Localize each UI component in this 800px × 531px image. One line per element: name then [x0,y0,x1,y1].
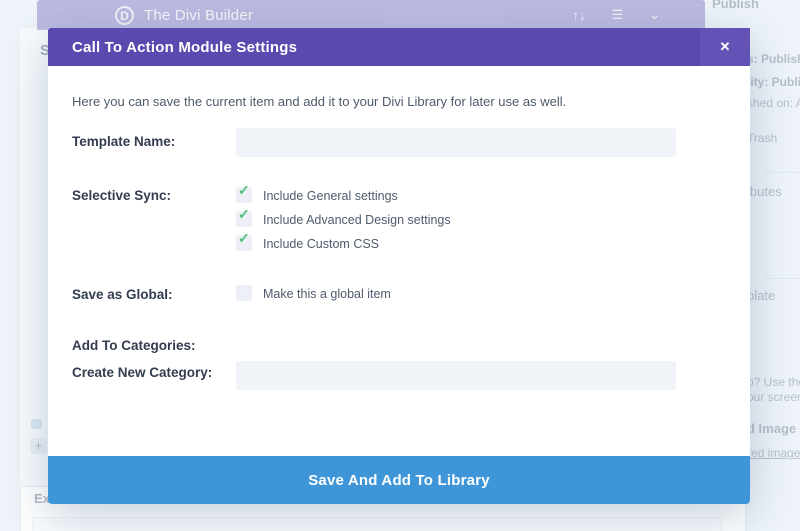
checkmark-icon: ✓ [238,182,250,198]
divi-header-icons: ↑↓ ☰ ⌄ [572,0,660,30]
checkbox[interactable]: ✓ [236,230,252,251]
checkbox-include-advanced-design-settings[interactable]: ✓ Include Advanced Design settings [236,206,451,228]
trash-link-fragment: Trash [747,131,778,145]
status-published-fragment: s: Published [747,52,800,66]
featured-image-heading-fragment: d Image [747,421,797,436]
visibility-text: lity: Public [747,75,800,89]
menu-icon: ☰ [611,7,624,22]
checkbox-label: Make this a global item [263,287,391,301]
save-and-add-to-library-button[interactable]: Save And Add To Library [48,456,750,504]
modal-body: Here you can save the current item and a… [48,66,750,456]
checkbox[interactable]: ✓ [236,206,252,227]
divi-builder-title: The Divi Builder [144,6,254,24]
close-icon: ✕ [719,39,731,54]
module-chip-fragment [31,419,42,429]
modal-description: Here you can save the current item and a… [72,94,567,109]
checkbox-include-custom-css[interactable]: ✓ Include Custom CSS [236,230,380,252]
checkbox-include-general-settings[interactable]: ✓ Include General settings [236,182,398,204]
checkbox-label: Include Custom CSS [263,237,380,251]
divi-builder-header: D The Divi Builder ↑↓ ☰ ⌄ [37,0,705,30]
create-new-category-input[interactable] [236,361,676,390]
module-settings-modal: Call To Action Module Settings ✕ Here yo… [48,28,750,504]
sort-arrows-icon: ↑↓ [572,7,586,23]
add-to-categories-label: Add To Categories: [72,338,196,353]
help-text-fragment-1: p? Use the H [747,375,800,389]
save-as-global-label: Save as Global: [72,287,173,302]
selective-sync-label: Selective Sync: [72,188,172,203]
metabox-divider [765,172,800,173]
modal-header: Call To Action Module Settings ✕ [48,28,750,66]
published-on-fragment: shed on: Ap [747,96,800,110]
set-featured-image-link-fragment: red image [747,446,800,460]
chevron-down-icon: ⌄ [649,7,660,22]
divi-logo-icon: D [115,5,134,25]
checkbox-label: Include General settings [263,189,398,203]
template-label-fragment: plate [747,288,776,303]
template-name-input[interactable] [236,128,676,157]
template-name-label: Template Name: [72,134,176,149]
checkbox[interactable]: ✓ [236,182,252,203]
excerpt-field-fragment [32,517,722,531]
checkmark-icon: ✓ [238,230,250,246]
screen: D The Divi Builder ↑↓ ☰ ⌄ Publish S s: P… [0,0,800,531]
help-text-fragment-2: our screen. [747,390,800,404]
add-module-icon: + [30,438,47,454]
checkmark-icon: ✓ [238,206,250,222]
visibility-fragment: lity: Public E [747,75,800,89]
checkbox[interactable] [236,285,252,301]
create-new-category-label: Create New Category: [72,365,213,380]
checkbox-label: Include Advanced Design settings [263,213,451,227]
attributes-heading-fragment: ibutes [747,184,782,199]
modal-title: Call To Action Module Settings [72,38,298,56]
close-button[interactable]: ✕ [700,28,750,66]
metabox-divider [765,278,800,279]
publish-box-heading: Publish [712,0,759,11]
checkbox-make-global-item[interactable]: Make this a global item [236,285,391,302]
